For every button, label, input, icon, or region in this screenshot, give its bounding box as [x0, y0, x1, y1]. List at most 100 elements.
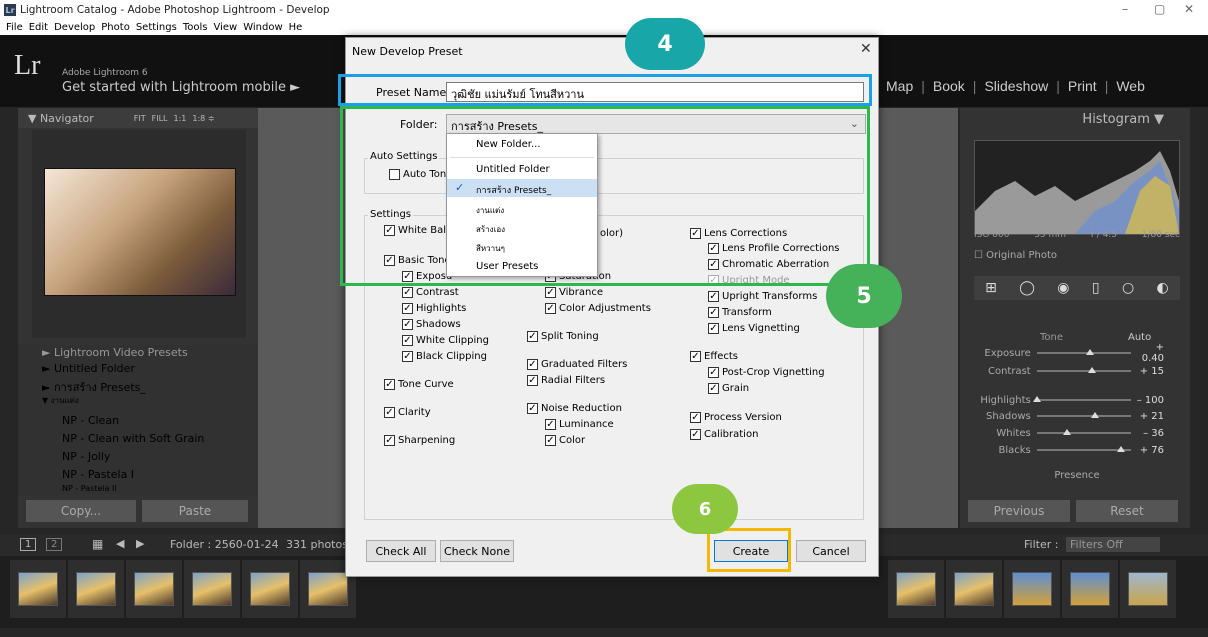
vibrance-checkbox[interactable]: ✓ Vibrance: [545, 287, 603, 298]
menu-view[interactable]: View: [213, 22, 237, 33]
preset-item[interactable]: NP - Pastela II: [62, 484, 117, 493]
shadows-checkbox[interactable]: ✓ Shadows: [402, 319, 461, 330]
slider-knob[interactable]: [1063, 429, 1072, 435]
slider-value[interactable]: + 76: [1137, 445, 1164, 456]
red-eye-icon[interactable]: ◉: [1057, 280, 1069, 296]
module-web[interactable]: Web: [1116, 78, 1145, 94]
color-adjustments-checkbox[interactable]: ✓ Color Adjustments: [545, 303, 651, 314]
module-slideshow[interactable]: Slideshow: [984, 78, 1048, 94]
close-window-button[interactable]: ✕: [1184, 2, 1194, 16]
exposure-slider[interactable]: Exposure + 0.40: [974, 342, 1164, 364]
zoom-1-8[interactable]: 1:8 ≑: [192, 114, 214, 123]
graduated-filters-checkbox[interactable]: ✓ Graduated Filters: [527, 359, 627, 370]
effects-checkbox[interactable]: ✓ Effects: [690, 351, 738, 362]
spot-removal-icon[interactable]: ◯: [1019, 280, 1035, 296]
check-none-button[interactable]: Check None: [440, 540, 514, 562]
maximize-button[interactable]: ▢: [1154, 2, 1165, 16]
dialog-close-icon[interactable]: ✕: [860, 41, 872, 57]
process-version-checkbox[interactable]: ✓ Process Version: [690, 412, 782, 423]
menu-help[interactable]: He: [289, 22, 303, 33]
filter-select[interactable]: Filters Off: [1066, 537, 1160, 552]
calibration-checkbox[interactable]: ✓ Calibration: [690, 429, 758, 440]
slider-value[interactable]: + 15: [1137, 366, 1164, 377]
preset-item[interactable]: NP - Clean: [62, 414, 119, 427]
slider-knob[interactable]: [1032, 396, 1041, 402]
copy-button[interactable]: Copy...: [26, 500, 136, 522]
black-clipping-checkbox[interactable]: ✓ Black Clipping: [402, 351, 487, 362]
slider-knob[interactable]: [1088, 367, 1097, 373]
menu-settings[interactable]: Settings: [136, 22, 177, 33]
menu-file[interactable]: File: [6, 22, 23, 33]
lens-vignetting-checkbox[interactable]: ✓ Lens Vignetting: [708, 323, 800, 334]
sharpening-checkbox[interactable]: ✓ Sharpening: [384, 435, 455, 446]
histogram-header[interactable]: Histogram ▼: [960, 112, 1188, 127]
slider-value[interactable]: + 0.40: [1137, 342, 1164, 364]
tone-curve-checkbox[interactable]: ✓ Tone Curve: [384, 379, 454, 390]
filmstrip-thumbnail[interactable]: [192, 572, 232, 606]
blacks-slider[interactable]: Blacks + 76: [974, 443, 1164, 457]
slider-value[interactable]: – 36: [1137, 428, 1164, 439]
upright-transforms-checkbox[interactable]: ✓ Upright Transforms: [708, 291, 817, 302]
paste-button[interactable]: Paste: [142, 500, 248, 522]
slider-knob[interactable]: [1091, 412, 1100, 418]
minimize-button[interactable]: –: [1122, 2, 1128, 16]
filmstrip-thumbnail[interactable]: [954, 572, 994, 606]
filmstrip-thumbnail[interactable]: [1128, 572, 1168, 606]
cancel-button[interactable]: Cancel: [796, 540, 866, 562]
highlights-slider[interactable]: Highlights – 100: [974, 393, 1164, 407]
preset-item[interactable]: NP - Jolly: [62, 450, 110, 463]
highlights-checkbox[interactable]: ✓ Highlights: [402, 303, 466, 314]
zoom-fill[interactable]: FILL: [152, 114, 168, 123]
filmstrip-thumbnail[interactable]: [308, 572, 348, 606]
whites-slider[interactable]: Whites – 36: [974, 426, 1164, 440]
reset-button[interactable]: Reset: [1076, 500, 1178, 522]
slider-knob[interactable]: [1086, 349, 1095, 355]
zoom-1-1[interactable]: 1:1: [174, 114, 187, 123]
previous-button[interactable]: Previous: [968, 500, 1070, 522]
navigator-header[interactable]: ▼ Navigator FIT FILL 1:1 1:8 ≑: [18, 108, 258, 128]
folder-source[interactable]: Folder : 2560-01-24: [170, 538, 279, 551]
filmstrip-thumbnail[interactable]: [134, 572, 174, 606]
menu-develop[interactable]: Develop: [54, 22, 95, 33]
original-photo-toggle[interactable]: ☐ Original Photo: [974, 250, 1057, 261]
filmstrip-thumbnail[interactable]: [76, 572, 116, 606]
menu-window[interactable]: Window: [243, 22, 282, 33]
radial-filters-checkbox[interactable]: ✓ Radial Filters: [527, 375, 605, 386]
preset-folder-video[interactable]: ► Lightroom Video Presets: [42, 346, 188, 359]
adjustment-brush-icon[interactable]: ◐: [1157, 280, 1169, 296]
module-print[interactable]: Print: [1068, 78, 1097, 94]
slider-value[interactable]: – 100: [1137, 395, 1164, 406]
module-book[interactable]: Book: [933, 78, 965, 94]
clarity-checkbox[interactable]: ✓ Clarity: [384, 407, 431, 418]
menu-photo[interactable]: Photo: [101, 22, 130, 33]
color-checkbox[interactable]: ✓ Color: [545, 435, 585, 446]
mobile-promo-link[interactable]: Get started with Lightroom mobile ►: [62, 80, 300, 95]
luminance-checkbox[interactable]: ✓ Luminance: [545, 419, 614, 430]
preset-folder-wedding[interactable]: ▼ งานแต่ง: [42, 394, 79, 407]
filmstrip-thumbnail[interactable]: [1012, 572, 1052, 606]
back-arrow-icon[interactable]: ◀: [116, 537, 124, 550]
graduated-filter-icon[interactable]: ▯: [1092, 280, 1100, 296]
contrast-slider[interactable]: Contrast + 15: [974, 364, 1164, 378]
module-map[interactable]: Map: [886, 78, 913, 94]
noise-reduction-checkbox[interactable]: ✓ Noise Reduction: [527, 403, 622, 414]
preset-folder-untitled[interactable]: ► Untitled Folder: [42, 362, 135, 375]
grid-icon[interactable]: ▦: [92, 537, 103, 551]
filmstrip-thumbnail[interactable]: [1070, 572, 1110, 606]
preset-item[interactable]: NP - Pastela I: [62, 468, 134, 481]
menu-tools[interactable]: Tools: [183, 22, 208, 33]
forward-arrow-icon[interactable]: ▶: [136, 537, 144, 550]
post-crop-vignetting-checkbox[interactable]: ✓ Post-Crop Vignetting: [708, 367, 825, 378]
split-toning-checkbox[interactable]: ✓ Split Toning: [527, 331, 599, 342]
page-2-button[interactable]: 2: [46, 538, 63, 551]
slider-knob[interactable]: [1117, 446, 1126, 452]
menu-edit[interactable]: Edit: [29, 22, 48, 33]
filmstrip-thumbnail[interactable]: [250, 572, 290, 606]
slider-value[interactable]: + 21: [1137, 411, 1164, 422]
contrast-checkbox[interactable]: ✓ Contrast: [402, 287, 459, 298]
navigator-photo[interactable]: [44, 168, 236, 296]
check-all-button[interactable]: Check All: [366, 540, 436, 562]
filmstrip-thumbnail[interactable]: [18, 572, 58, 606]
filmstrip-thumbnail[interactable]: [896, 572, 936, 606]
transform-checkbox[interactable]: ✓ Transform: [708, 307, 772, 318]
